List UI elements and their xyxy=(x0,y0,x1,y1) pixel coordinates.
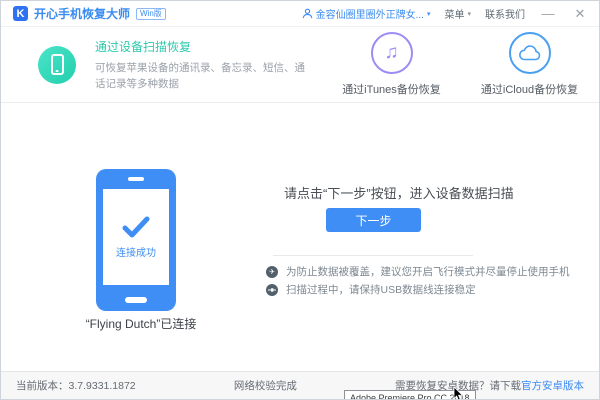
next-step-button[interactable]: 下一步 xyxy=(326,208,421,232)
tab-itunes-backup[interactable]: ♫ 通过iTunes备份恢复 xyxy=(323,32,460,97)
win-version-badge: Win版 xyxy=(136,7,166,20)
usb-icon xyxy=(266,283,278,296)
tab-device-scan[interactable]: 通过设备扫描恢复 可恢复苹果设备的通讯录、备忘录、短信、通话记录等多种数据 xyxy=(1,38,323,92)
tab-device-desc: 可恢复苹果设备的通讯录、备忘录、短信、通话记录等多种数据 xyxy=(95,61,305,90)
icloud-cloud-icon xyxy=(508,32,551,74)
tab-device-title: 通过设备扫描恢复 xyxy=(95,39,192,54)
minimize-button[interactable]: — xyxy=(539,7,557,20)
user-name: 金容仙圈里圈外正牌女... xyxy=(315,10,424,21)
phone-home-button xyxy=(125,297,147,303)
menu-button[interactable]: 菜单 ▾ xyxy=(444,6,471,21)
mouse-cursor-icon xyxy=(453,387,464,399)
chevron-down-icon: ▾ xyxy=(467,10,471,18)
usb-cable-icon xyxy=(268,287,276,292)
menu-label: 菜单 xyxy=(444,10,465,21)
tip-airplane-mode: ✈ 为防止数据被覆盖，建议您开启飞行模式并尽量停止使用手机 xyxy=(266,264,570,279)
app-window: K 开心手机恢复大师 Win版 金容仙圈里圈外正牌女... ▾ 菜单 ▾ 联系我… xyxy=(0,0,600,400)
divider xyxy=(273,255,473,256)
itunes-music-note-icon: ♫ xyxy=(370,32,413,74)
tip-text: 为防止数据被覆盖，建议您开启飞行模式并尽量停止使用手机 xyxy=(286,266,570,278)
tab-icloud-label: 通过iCloud备份恢复 xyxy=(480,84,579,96)
tip-usb-stable: 扫描过程中，请保持USB数据线连接稳定 xyxy=(266,282,476,297)
user-account[interactable]: 金容仙圈里圈外正牌女... ▾ xyxy=(302,6,431,21)
version-info: 当前版本：3.7.9331.1872 xyxy=(16,378,136,393)
cloud-icon xyxy=(518,45,540,61)
android-version-link[interactable]: 官方安卓版本 xyxy=(521,380,584,392)
tip-text: 扫描过程中，请保持USB数据线连接稳定 xyxy=(286,284,476,296)
device-scan-icon xyxy=(38,45,76,84)
person-icon xyxy=(302,8,313,19)
connected-phone-illustration: 连接成功 xyxy=(96,169,176,311)
main-panel: 连接成功 “Flying Dutch”已连接 请点击“下一步”按钮，进入设备数据… xyxy=(1,103,599,372)
phone-speaker xyxy=(128,177,144,181)
titlebar: K 开心手机恢复大师 Win版 金容仙圈里圈外正牌女... ▾ 菜单 ▾ 联系我… xyxy=(1,1,599,27)
contact-label: 联系我们 xyxy=(485,10,525,21)
connection-status: 连接成功 xyxy=(116,247,156,259)
version-label: 当前版本： xyxy=(16,380,69,392)
airplane-icon: ✈ xyxy=(266,265,278,278)
close-button[interactable]: ✕ xyxy=(571,7,589,20)
device-connected-label: “Flying Dutch”已连接 xyxy=(85,317,197,331)
version-number: 3.7.9331.1872 xyxy=(68,380,136,392)
contact-us-button[interactable]: 联系我们 xyxy=(485,6,525,21)
chevron-down-icon: ▾ xyxy=(426,10,431,18)
recovery-mode-tabs: 通过设备扫描恢复 可恢复苹果设备的通讯录、备忘录、短信、通话记录等多种数据 ♫ … xyxy=(1,27,599,103)
phone-icon xyxy=(50,54,64,75)
tab-itunes-label: 通过iTunes备份恢复 xyxy=(342,84,441,96)
tab-icloud-backup[interactable]: 通过iCloud备份恢复 xyxy=(460,32,599,97)
app-title: 开心手机恢复大师 xyxy=(34,7,131,21)
status-bar: 当前版本：3.7.9331.1872 网络校验完成 需要恢复安卓数据？请下载官方… xyxy=(1,371,599,399)
app-logo-icon: K xyxy=(13,6,28,21)
checkmark-icon xyxy=(122,216,150,237)
phone-screen: 连接成功 xyxy=(103,189,169,285)
instruction-text: 请点击“下一步”按钮，进入设备数据扫描 xyxy=(284,186,514,201)
